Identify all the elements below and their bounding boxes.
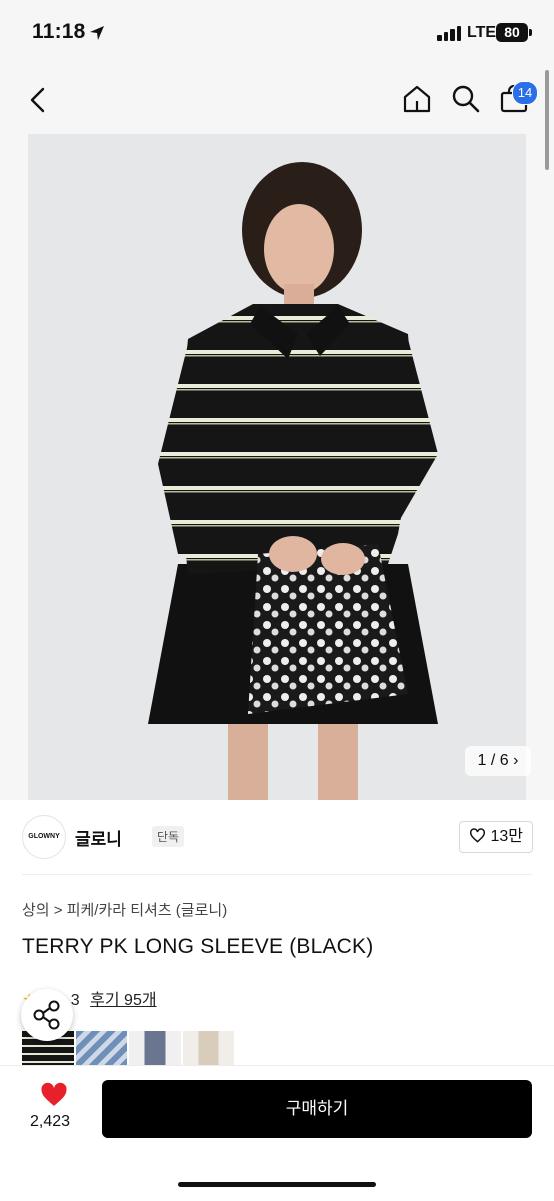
status-bar: 11:18 LTE 80 xyxy=(0,0,554,66)
product-image[interactable] xyxy=(28,134,526,800)
share-button[interactable] xyxy=(21,989,73,1041)
battery-icon: 80 xyxy=(496,23,528,42)
location-arrow-icon xyxy=(90,26,104,40)
home-indicator xyxy=(178,1182,376,1187)
cart-count-badge: 14 xyxy=(512,81,538,105)
exclusive-tag: 단독 xyxy=(152,826,185,847)
product-title: TERRY PK LONG SLEEVE (BLACK) xyxy=(22,935,374,958)
brand-like-button[interactable]: 13만 xyxy=(459,821,533,853)
heart-outline-icon xyxy=(469,828,486,843)
heart-filled-icon[interactable] xyxy=(40,1082,68,1107)
signal-icon xyxy=(437,25,463,41)
back-icon[interactable] xyxy=(26,86,50,114)
buy-button[interactable]: 구매하기 xyxy=(102,1080,532,1138)
brand-row[interactable]: GLOWNY 글로니 단독 13만 xyxy=(22,815,533,861)
search-icon[interactable] xyxy=(451,84,481,114)
battery-cap xyxy=(529,29,532,36)
share-icon xyxy=(33,1000,60,1030)
brand-logo[interactable]: GLOWNY xyxy=(22,815,66,859)
network-label: LTE xyxy=(467,24,497,41)
wishlist-count: 2,423 xyxy=(30,1113,71,1130)
scrollbar[interactable] xyxy=(545,70,549,170)
brand-name[interactable]: 글로니 xyxy=(75,825,122,850)
top-nav xyxy=(0,66,554,132)
review-link[interactable]: 후기 95개 xyxy=(90,992,156,1009)
status-time: 11:18 xyxy=(32,20,86,43)
model-illustration xyxy=(148,162,438,800)
review-thumbnail[interactable] xyxy=(129,1031,181,1065)
image-counter[interactable]: 1 / 6 › xyxy=(465,746,531,776)
review-thumbnail[interactable] xyxy=(75,1031,127,1065)
brand-like-count: 13만 xyxy=(490,828,523,845)
breadcrumb[interactable]: 상의 > 피케/카라 티셔츠 (글로니) xyxy=(22,899,227,920)
divider xyxy=(22,874,532,875)
review-thumbnail[interactable] xyxy=(182,1031,234,1065)
home-icon[interactable] xyxy=(402,84,432,114)
